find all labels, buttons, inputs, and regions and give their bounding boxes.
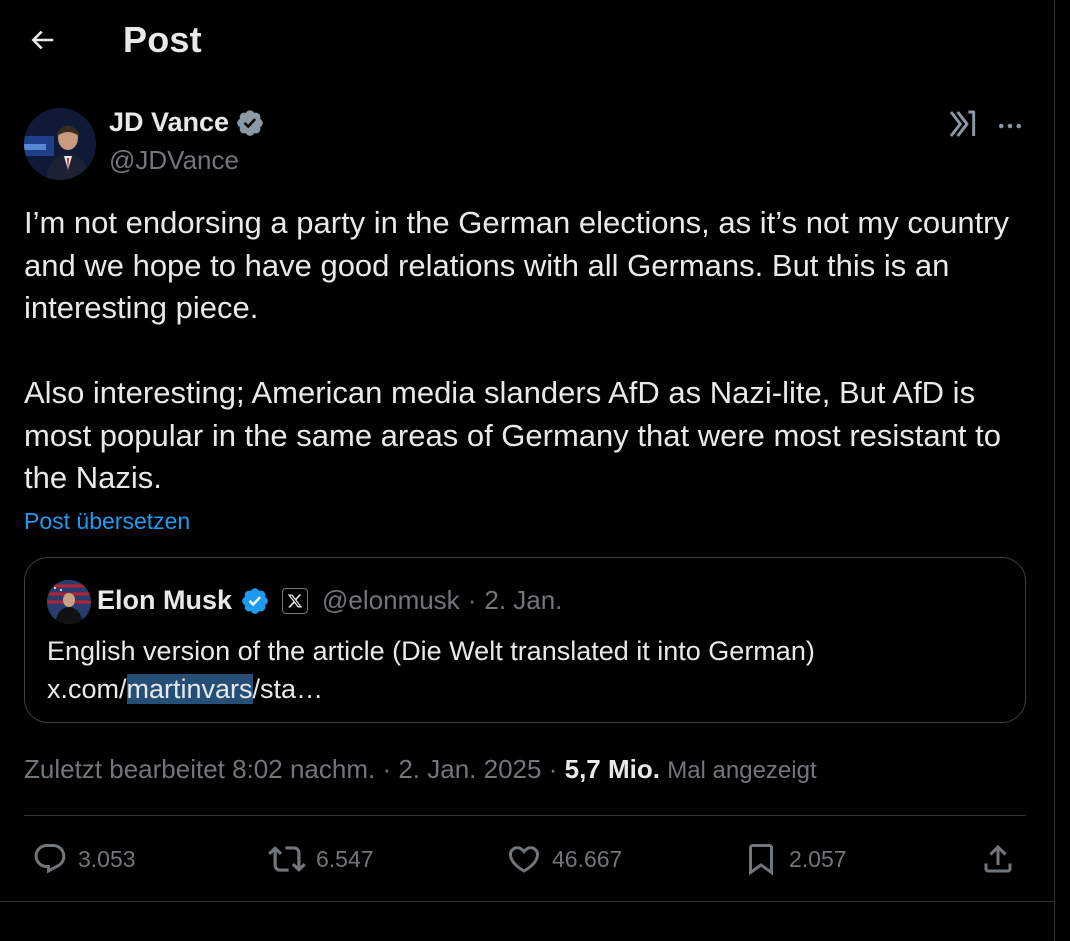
post-date[interactable]: 2. Jan. 2025 — [398, 754, 541, 784]
share-button[interactable] — [980, 838, 1016, 880]
bookmark-count: 2.057 — [789, 845, 847, 872]
quote-date[interactable]: 2. Jan. — [484, 585, 562, 616]
edited-time[interactable]: Zuletzt bearbeitet 8:02 nachm. — [24, 754, 375, 784]
view-count-label: Mal angezeigt — [667, 757, 817, 784]
quoted-post[interactable]: Elon Musk @elonmusk · 2. Jan. English ve… — [24, 557, 1026, 723]
quote-avatar-image — [47, 580, 91, 624]
more-options-button[interactable] — [992, 108, 1028, 144]
avatar-image — [24, 108, 96, 180]
view-count: 5,7 Mio. — [564, 754, 660, 784]
author-avatar[interactable] — [24, 108, 96, 180]
share-icon — [984, 844, 1012, 873]
link-suffix: /sta… — [252, 674, 324, 704]
author-name-row[interactable]: JD Vance — [109, 107, 265, 138]
repost-icon — [268, 846, 306, 872]
quote-author-handle[interactable]: @elonmusk — [322, 585, 460, 616]
back-button[interactable] — [24, 22, 60, 58]
post-paragraph: I’m not endorsing a party in the German … — [24, 205, 1010, 325]
translate-post-link[interactable]: Post übersetzen — [24, 508, 190, 535]
reply-count: 3.053 — [78, 845, 136, 872]
author-name[interactable]: JD Vance — [109, 107, 229, 138]
more-dots-icon — [999, 123, 1021, 129]
selected-text: martinvars — [126, 674, 253, 704]
heart-icon — [508, 846, 540, 873]
like-count: 46.667 — [552, 845, 623, 872]
arrow-left-icon — [31, 30, 54, 50]
link-prefix: x.com/ — [47, 674, 127, 704]
grok-icon — [949, 110, 976, 137]
quote-link[interactable]: x.com/martinvars/sta… — [47, 670, 815, 708]
post-page: Post JD Vance @JDVance I’m not endorsing… — [0, 0, 1070, 941]
separator: · — [548, 754, 558, 784]
repost-button[interactable]: 6.547 — [268, 838, 374, 880]
grok-button[interactable] — [945, 106, 981, 142]
x-affiliate-badge-icon — [282, 587, 309, 614]
quote-header: Elon Musk @elonmusk · 2. Jan. — [97, 585, 562, 616]
repost-count: 6.547 — [316, 845, 374, 872]
quote-text: English version of the article (Die Welt… — [47, 632, 815, 708]
divider — [0, 901, 1054, 902]
page-title: Post — [123, 19, 202, 60]
verified-badge-icon[interactable] — [240, 586, 270, 616]
reply-icon — [34, 844, 66, 874]
post-text: I’m not endorsing a party in the German … — [24, 202, 1034, 500]
column-border — [1054, 0, 1055, 941]
quote-author-avatar[interactable] — [47, 580, 91, 624]
quote-body: English version of the article (Die Welt… — [47, 636, 815, 666]
bookmark-icon — [749, 844, 773, 876]
verified-badge-icon[interactable] — [235, 108, 265, 138]
quote-author-name[interactable]: Elon Musk — [97, 585, 232, 616]
divider — [24, 815, 1026, 816]
like-button[interactable]: 46.667 — [506, 838, 622, 880]
post-paragraph: Also interesting; American media slander… — [24, 375, 1001, 495]
separator: · — [467, 585, 477, 615]
bookmark-button[interactable]: 2.057 — [743, 838, 847, 880]
author-handle[interactable]: @JDVance — [109, 145, 239, 176]
separator: · — [382, 754, 392, 784]
post-meta: Zuletzt bearbeitet 8:02 nachm. · 2. Jan.… — [24, 754, 817, 785]
reply-button[interactable]: 3.053 — [32, 838, 136, 880]
